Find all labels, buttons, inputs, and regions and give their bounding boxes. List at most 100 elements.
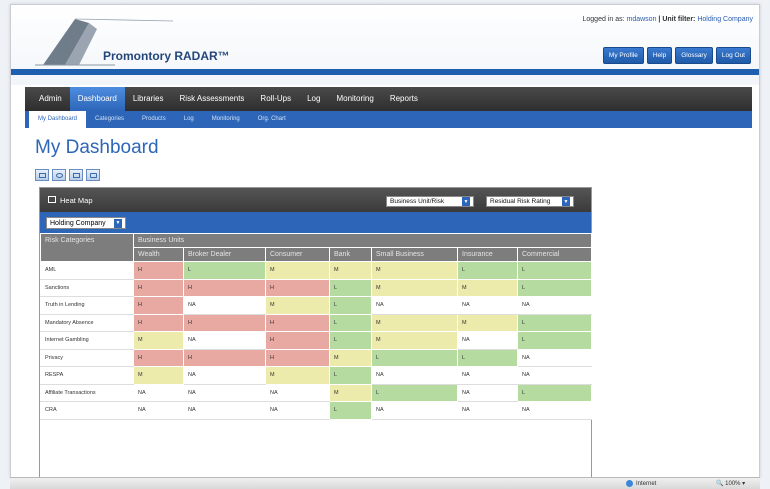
image-icon[interactable]	[69, 169, 83, 181]
rating-cell[interactable]: M	[265, 261, 330, 280]
rating-cell[interactable]: NA	[265, 383, 330, 402]
nav-libraries[interactable]: Libraries	[125, 87, 172, 111]
risk-category-cell[interactable]: AML	[40, 261, 134, 280]
rating-cell[interactable]: M	[329, 261, 372, 280]
rating-cell[interactable]: M	[371, 261, 458, 280]
risk-category-cell[interactable]: CRA	[40, 401, 134, 420]
rating-cell[interactable]: M	[265, 296, 330, 315]
subnav-org-chart[interactable]: Org. Chart	[249, 111, 295, 128]
rating-cell[interactable]: L	[516, 278, 593, 297]
glossary-button[interactable]: Glossary	[675, 47, 713, 64]
rating-cell[interactable]: H	[133, 313, 184, 332]
rating-cell[interactable]: L	[516, 331, 593, 350]
zoom-level[interactable]: 🔍 100% ▾	[716, 480, 745, 487]
nav-admin[interactable]: Admin	[31, 87, 70, 111]
rating-cell[interactable]: L	[329, 296, 372, 315]
rating-cell[interactable]: L	[516, 261, 593, 280]
rating-cell[interactable]: H	[265, 331, 330, 350]
rating-cell[interactable]: L	[371, 383, 458, 402]
view-select[interactable]: Business Unit/Risk ▼	[386, 196, 474, 207]
rating-cell[interactable]: NA	[457, 366, 518, 385]
rating-cell[interactable]: L	[329, 278, 372, 297]
rating-cell[interactable]: M	[133, 331, 184, 350]
rating-cell[interactable]: NA	[371, 401, 458, 420]
rating-cell[interactable]: NA	[183, 366, 266, 385]
rating-cell[interactable]: L	[329, 313, 372, 332]
nav-monitoring[interactable]: Monitoring	[328, 87, 381, 111]
rating-cell[interactable]: NA	[371, 366, 458, 385]
rating-cell[interactable]: M	[371, 331, 458, 350]
unit-select[interactable]: Holding Company ▼	[46, 217, 126, 229]
subnav-log[interactable]: Log	[175, 111, 203, 128]
rating-cell[interactable]: H	[265, 278, 330, 297]
rating-cell[interactable]: L	[329, 331, 372, 350]
rating-cell[interactable]: NA	[516, 296, 593, 315]
risk-category-cell[interactable]: Affiliate Transactions	[40, 383, 134, 402]
rating-cell[interactable]: M	[457, 278, 518, 297]
rating-cell[interactable]: NA	[457, 296, 518, 315]
log-out-button[interactable]: Log Out	[715, 47, 751, 64]
risk-category-cell[interactable]: Privacy	[40, 348, 134, 367]
rating-cell[interactable]: L	[329, 366, 372, 385]
rating-cell[interactable]: NA	[183, 401, 266, 420]
help-button[interactable]: Help	[646, 47, 673, 64]
rating-cell[interactable]: NA	[457, 383, 518, 402]
rating-cell[interactable]: L	[457, 261, 518, 280]
rating-cell[interactable]: NA	[516, 366, 593, 385]
risk-category-cell[interactable]: Truth in Lending	[40, 296, 134, 315]
rating-cell[interactable]: H	[183, 278, 266, 297]
rating-cell[interactable]: NA	[183, 296, 266, 315]
unit-filter-link[interactable]: Holding Company	[697, 16, 753, 23]
rating-cell[interactable]: M	[371, 278, 458, 297]
rating-cell[interactable]: L	[457, 348, 518, 367]
risk-category-cell[interactable]: Internet Gambling	[40, 331, 134, 350]
rating-cell[interactable]: NA	[133, 383, 184, 402]
rating-cell[interactable]: NA	[371, 296, 458, 315]
subnav-categories[interactable]: Categories	[86, 111, 133, 128]
risk-category-cell[interactable]: RESPA	[40, 366, 134, 385]
rating-cell[interactable]: L	[516, 383, 593, 402]
subnav-monitoring[interactable]: Monitoring	[203, 111, 249, 128]
rating-cell[interactable]: NA	[183, 331, 266, 350]
rating-cell[interactable]: M	[457, 313, 518, 332]
layout-icon[interactable]	[35, 169, 49, 181]
risk-category-cell[interactable]: Sanctions	[40, 278, 134, 297]
rating-cell[interactable]: H	[133, 296, 184, 315]
rating-cell[interactable]: H	[133, 278, 184, 297]
nav-dashboard[interactable]: Dashboard	[69, 87, 125, 111]
rating-cell[interactable]: NA	[133, 401, 184, 420]
rating-cell[interactable]: H	[183, 313, 266, 332]
nav-roll-ups[interactable]: Roll-Ups	[252, 87, 299, 111]
rating-cell[interactable]: M	[265, 366, 330, 385]
rating-cell[interactable]: L	[516, 313, 593, 332]
rating-cell[interactable]: NA	[183, 383, 266, 402]
refresh-icon[interactable]	[52, 169, 66, 181]
my-profile-button[interactable]: My Profile	[602, 47, 644, 64]
risk-category-cell[interactable]: Mandatory Absence	[40, 313, 134, 332]
rating-cell[interactable]: M	[133, 366, 184, 385]
rating-cell[interactable]: M	[329, 348, 372, 367]
subnav-my-dashboard[interactable]: My Dashboard	[29, 111, 87, 128]
rating-cell[interactable]: L	[329, 401, 372, 420]
rating-select[interactable]: Residual Risk Rating ▼	[486, 196, 574, 207]
rating-cell[interactable]: H	[133, 261, 184, 280]
rating-cell[interactable]: NA	[516, 401, 593, 420]
rating-cell[interactable]: H	[265, 348, 330, 367]
rating-cell[interactable]: H	[183, 348, 266, 367]
rating-cell[interactable]: NA	[457, 401, 518, 420]
rating-cell[interactable]: NA	[457, 331, 518, 350]
settings-icon[interactable]	[86, 169, 100, 181]
rating-cell[interactable]: H	[265, 313, 330, 332]
nav-log[interactable]: Log	[299, 87, 328, 111]
subnav-products[interactable]: Products	[133, 111, 175, 128]
rating-cell[interactable]: NA	[516, 348, 593, 367]
rating-cell[interactable]: L	[183, 261, 266, 280]
rating-cell[interactable]: L	[371, 348, 458, 367]
nav-risk-assessments[interactable]: Risk Assessments	[172, 87, 253, 111]
rating-cell[interactable]: H	[133, 348, 184, 367]
rating-cell[interactable]: NA	[265, 401, 330, 420]
username-link[interactable]: mdawson	[627, 16, 657, 23]
rating-cell[interactable]: M	[371, 313, 458, 332]
nav-reports[interactable]: Reports	[382, 87, 426, 111]
rating-cell[interactable]: M	[329, 383, 372, 402]
